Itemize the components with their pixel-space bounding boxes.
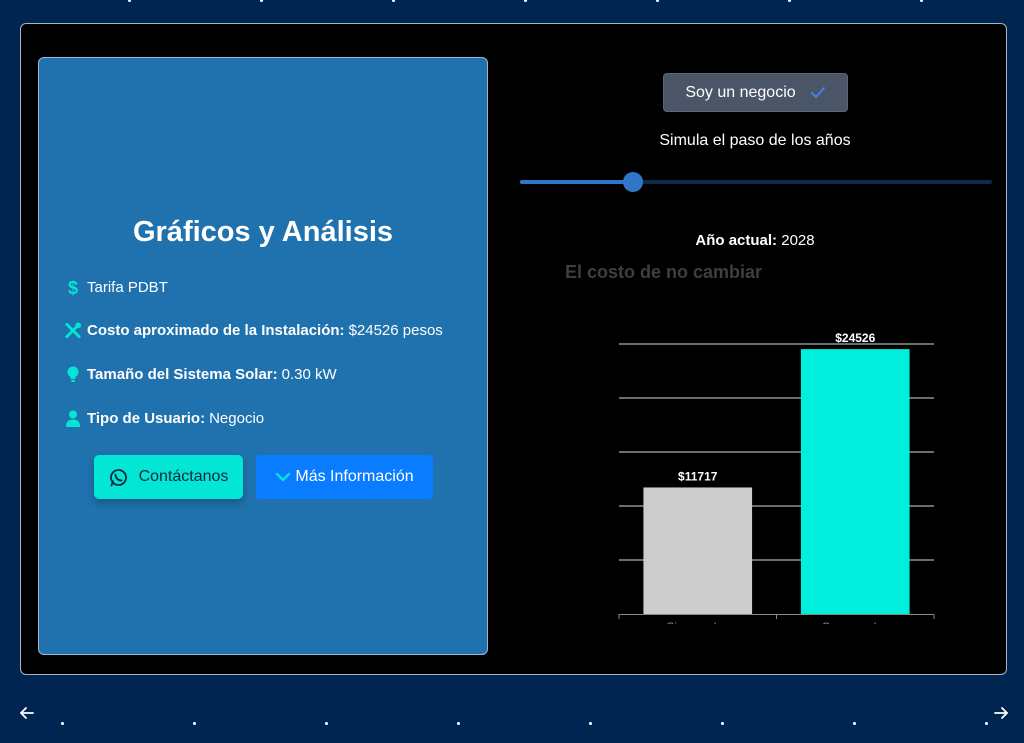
- slider-fill: [520, 180, 634, 184]
- chevron-down-icon: [276, 472, 291, 482]
- svg-text:$: $: [68, 279, 78, 296]
- tariff-row: $ Tarifa PDBT: [65, 278, 168, 296]
- bg-dot: [853, 722, 856, 725]
- toggle-label: Soy un negocio: [685, 83, 796, 101]
- size-label: Tamaño del Sistema Solar:: [87, 365, 278, 383]
- tariff-text: Tarifa PDBT: [87, 278, 168, 296]
- contact-button[interactable]: Contáctanos: [94, 455, 243, 499]
- more-info-button[interactable]: Más Información: [256, 455, 433, 499]
- size-value: 0.30 kW: [281, 365, 337, 383]
- bg-dot: [920, 0, 923, 2]
- check-icon: [810, 86, 825, 98]
- bg-dot: [457, 722, 460, 725]
- x-tick-label: Con paneles: [822, 620, 889, 624]
- card-title: Gráficos y Análisis: [132, 216, 394, 248]
- x-tick-label: Sin paneles: [666, 620, 729, 624]
- bg-dot: [985, 722, 988, 725]
- arrow-left-icon[interactable]: [19, 705, 35, 721]
- bg-dot: [325, 722, 328, 725]
- year-label: Año actual:: [695, 232, 778, 249]
- bg-dot: [788, 0, 791, 2]
- more-info-label: Más Información: [295, 468, 414, 485]
- bg-dot: [260, 0, 263, 2]
- bar-sin-paneles: [643, 487, 753, 614]
- bg-dot: [61, 722, 64, 725]
- bg-dot: [721, 722, 724, 725]
- size-row: Tamaño del Sistema Solar: 0.30 kW: [65, 365, 337, 383]
- bg-dot: [392, 0, 395, 2]
- bar-value-label: $11717: [678, 469, 718, 483]
- bg-dot: [524, 0, 527, 2]
- lightbulb-icon: [65, 365, 81, 383]
- year-value: 2028: [781, 232, 815, 249]
- current-year: Año actual: 2028: [519, 232, 991, 249]
- slider-label: Simula el paso de los años: [659, 132, 851, 149]
- cost-bar-chart: $11717 Sin paneles $24526 Con paneles: [618, 331, 935, 624]
- cost-row: Costo aproximado de la Instalación: $245…: [65, 321, 443, 339]
- bg-dot: [128, 0, 131, 2]
- bg-dot: [589, 722, 592, 725]
- user-label: Tipo de Usuario:: [87, 409, 206, 427]
- business-toggle-button[interactable]: Soy un negocio: [663, 73, 848, 112]
- contact-button-label: Contáctanos: [138, 468, 229, 485]
- whatsapp-icon: [109, 468, 127, 486]
- chart-title: El costo de no cambiar: [565, 262, 763, 282]
- user-row: Tipo de Usuario: Negocio: [65, 409, 264, 427]
- slider-thumb[interactable]: [623, 172, 644, 192]
- bg-dot: [656, 0, 659, 2]
- bar-con-paneles: [800, 349, 910, 614]
- arrow-right-icon[interactable]: [993, 705, 1009, 721]
- cost-label: Costo aproximado de la Instalación:: [87, 321, 345, 339]
- dollar-icon: $: [65, 278, 81, 296]
- main-panel: Gráficos y Análisis $ Tarifa PDBT Costo …: [20, 23, 1007, 675]
- bar-value-label: $24526: [835, 331, 875, 345]
- user-value: Negocio: [209, 409, 265, 427]
- tools-icon: [65, 321, 81, 339]
- bg-dot: [193, 722, 196, 725]
- info-card: Gráficos y Análisis $ Tarifa PDBT Costo …: [38, 57, 488, 655]
- year-slider[interactable]: [520, 172, 992, 192]
- user-icon: [65, 409, 81, 427]
- cost-value: $24526 pesos: [348, 321, 443, 339]
